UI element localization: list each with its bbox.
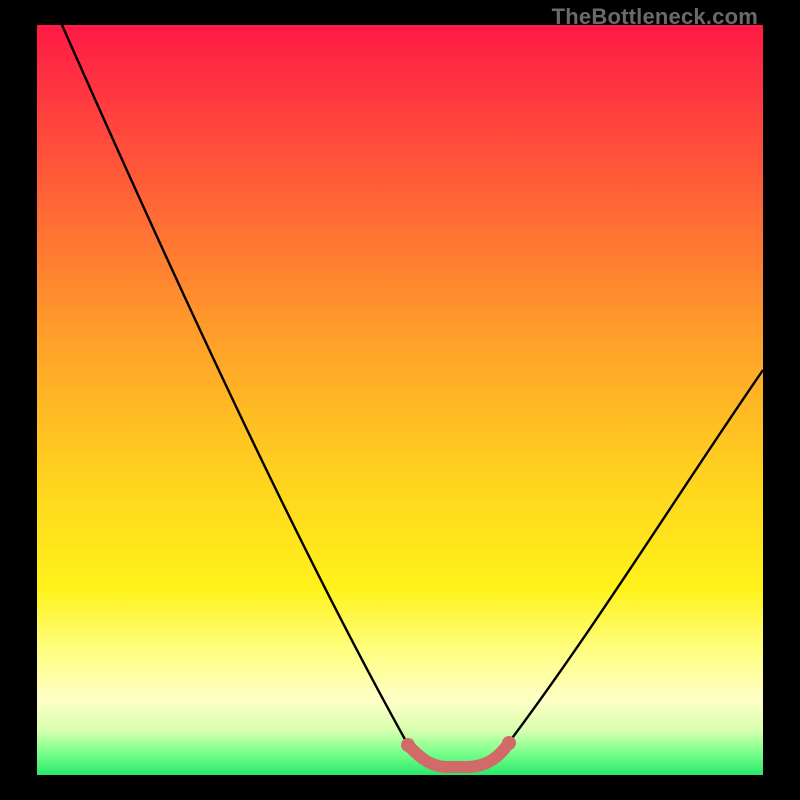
plot-area: [37, 25, 763, 775]
accent-endpoint-left: [401, 738, 415, 752]
accent-endpoint-right: [502, 736, 516, 750]
bottom-flat-accent: [408, 743, 509, 767]
bottleneck-curve: [62, 25, 763, 768]
curve-svg: [37, 25, 763, 775]
chart-frame: TheBottleneck.com: [0, 0, 800, 800]
